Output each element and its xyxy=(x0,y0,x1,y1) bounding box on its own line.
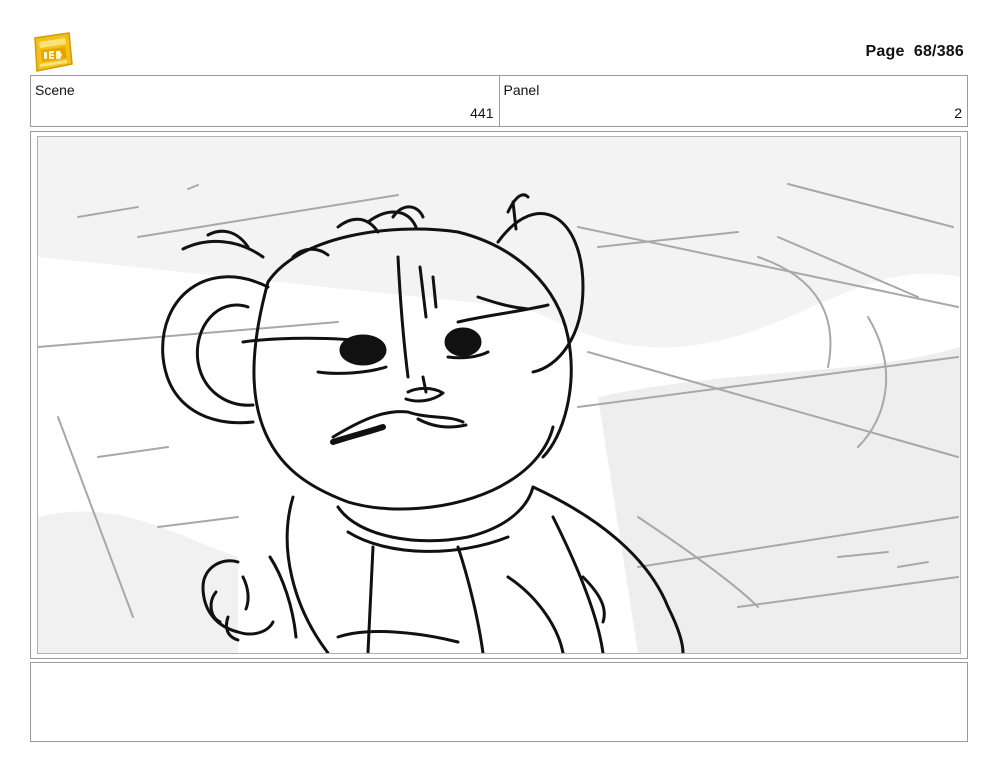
scene-panel-table: Scene 441 Panel 2 xyxy=(30,75,968,127)
panel-label: Panel xyxy=(503,82,540,98)
panel-value: 2 xyxy=(954,105,962,121)
young-jedi-adventures-logo-icon xyxy=(34,32,73,72)
scene-value: 441 xyxy=(470,105,494,121)
notes-box xyxy=(30,662,968,742)
page-number: Page 68/386 xyxy=(866,43,964,61)
panel-cell: Panel 2 xyxy=(498,76,968,126)
page-count: 68/386 xyxy=(913,43,964,60)
scene-cell: Scene 441 xyxy=(31,76,499,126)
storyboard-sketch-icon xyxy=(38,137,960,653)
page-label: Page xyxy=(865,43,905,60)
storyboard-panel-image xyxy=(37,136,961,654)
logo xyxy=(31,30,75,74)
storyboard-panel-frame xyxy=(30,131,968,659)
scene-label: Scene xyxy=(35,82,75,98)
